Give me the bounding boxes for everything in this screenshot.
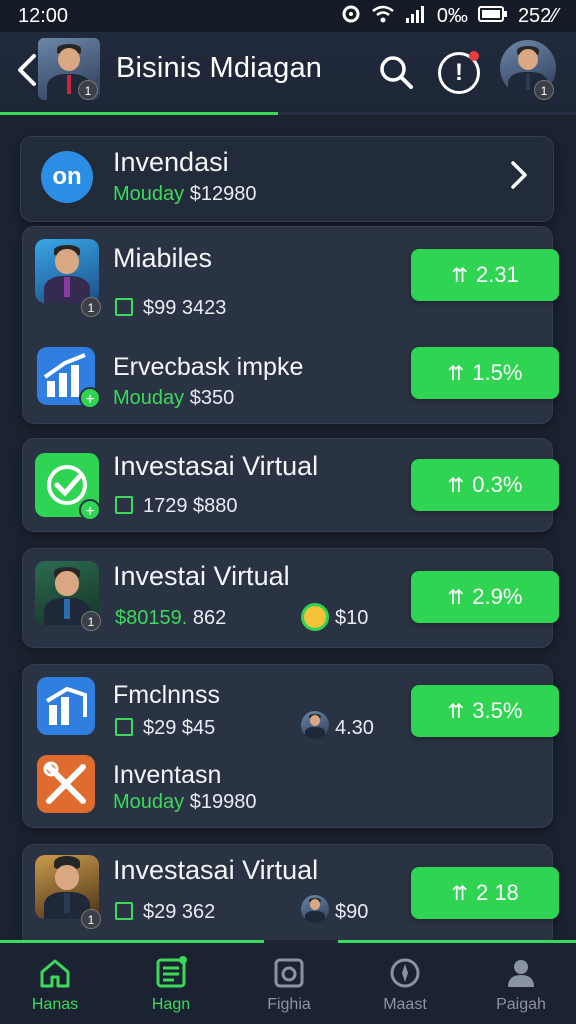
- home-outline-icon: [115, 718, 133, 736]
- add-badge-icon: +: [79, 499, 101, 521]
- investment-card-group: Fmclnnss $29 $45 4.30 ⇈ 3.5% Inventasn Mo…: [22, 664, 559, 828]
- growth-icon: ⇈: [447, 474, 465, 497]
- wifi-icon: [371, 4, 395, 29]
- chevron-right-icon[interactable]: [507, 157, 531, 201]
- growth-icon: ⇈: [451, 264, 468, 287]
- card-title: Investai Virtual: [113, 561, 290, 591]
- growth-icon: ⇈: [447, 362, 465, 385]
- app-header: 1 Bisinis Mdiagan ! 1: [0, 32, 576, 114]
- search-icon[interactable]: [376, 52, 418, 94]
- investment-card[interactable]: 1 Investasai Virtual $29 362 $90 ⇈ 2 18: [22, 844, 559, 948]
- compass-icon: [390, 958, 420, 988]
- settings-status-icon: [341, 4, 361, 29]
- nav-active-line: [0, 940, 264, 943]
- investor-badge: 1: [81, 909, 101, 929]
- card-subtitle: Mouday $12980: [113, 183, 257, 205]
- notification-dot: [469, 51, 479, 61]
- home-outline-icon: [115, 902, 133, 920]
- card-amount-row: $80159. 862: [115, 607, 227, 629]
- signal-icon: [405, 4, 427, 29]
- info-icon[interactable]: !: [438, 51, 480, 94]
- card-title: Invendasi: [113, 147, 229, 177]
- card-amount-row: $29 362: [115, 901, 215, 924]
- tools-app-icon: [37, 755, 95, 813]
- battery-text: 252⁄⁄: [517, 4, 558, 27]
- on-logo-icon: on: [41, 151, 93, 203]
- camera-icon: [274, 958, 304, 988]
- ervecbask-return-button[interactable]: ⇈ 1.5%: [411, 347, 559, 399]
- status-icons: 0‰ 252⁄⁄: [341, 4, 558, 29]
- battery-icon: [477, 5, 508, 28]
- nav-item-list[interactable]: Hagn: [116, 956, 226, 1014]
- page-title: Bisinis Mdiagan: [116, 52, 323, 84]
- card-return-button[interactable]: ⇈ 2.9%: [411, 571, 559, 623]
- header-underline: [0, 112, 576, 115]
- nav-item-camera[interactable]: Fighia: [234, 956, 344, 1014]
- add-badge-icon: +: [79, 387, 101, 409]
- miabiles-avatar: [35, 239, 99, 303]
- fmclnnss-extra-value: 4.30: [335, 717, 374, 739]
- nav-item-home[interactable]: Hanas: [0, 956, 110, 1014]
- trend-app-icon: [37, 677, 95, 735]
- card-extra-value: $10: [335, 607, 369, 629]
- card-amount-row: 1729 $880: [115, 495, 238, 518]
- investment-card[interactable]: + Investasai Virtual 1729 $880 ⇈ 0.3%: [22, 438, 559, 532]
- fmclnnss-title: Fmclnnss: [113, 681, 220, 709]
- header-avatar-badge: 1: [78, 80, 98, 100]
- card-title: Investasai Virtual: [113, 451, 319, 481]
- network-text: 0‰: [436, 4, 468, 27]
- profile-avatar-badge: 1: [534, 80, 554, 100]
- fmclnnss-amount-row: $29 $45: [115, 717, 215, 740]
- fmclnnss-return-button[interactable]: ⇈ 3.5%: [411, 685, 559, 737]
- miabiles-amount-row: $99 3423: [115, 297, 226, 320]
- ervecbask-title: Ervecbask impke: [113, 353, 304, 381]
- nav-item-compass[interactable]: Maast: [350, 956, 460, 1014]
- investor-badge: 1: [81, 611, 101, 631]
- status-time: 12:00: [18, 4, 69, 27]
- status-bar: 12:00 0‰ 252⁄⁄: [0, 0, 576, 32]
- card-extra-value: $90: [335, 901, 369, 923]
- mini-avatar: [301, 895, 329, 923]
- miabiles-title: Miabiles: [113, 243, 213, 273]
- growth-icon: ⇈: [447, 700, 465, 723]
- card-return-button[interactable]: ⇈ 0.3%: [411, 459, 559, 511]
- investment-card-group: 1 Miabiles $99 3423 ⇈ 2.31 + Ervecbask im…: [22, 226, 559, 424]
- home-outline-icon: [115, 496, 133, 514]
- inventasn-subtitle: Mouday $19980: [113, 791, 257, 813]
- list-icon: [156, 956, 187, 988]
- nav-active-line: [338, 940, 576, 943]
- investment-card[interactable]: 1 Investai Virtual $80159. 862 $10 ⇈ 2.9%: [22, 548, 559, 648]
- mini-avatar: [301, 711, 329, 739]
- inventasn-title: Inventasn: [113, 761, 222, 789]
- growth-icon: ⇈: [447, 586, 465, 609]
- growth-icon: ⇈: [451, 882, 468, 905]
- card-return-button[interactable]: ⇈ 2 18: [411, 867, 559, 919]
- bottom-navigation: Hanas Hagn Fighia Maast Paigah: [0, 940, 576, 1024]
- miabiles-badge: 1: [81, 297, 101, 317]
- miabiles-return-button[interactable]: ⇈ 2.31: [411, 249, 559, 301]
- nav-item-profile[interactable]: Paigah: [466, 956, 576, 1014]
- home-icon: [40, 959, 70, 988]
- ervecbask-subtitle: Mouday $350: [113, 387, 235, 409]
- profile-icon: [508, 960, 534, 987]
- home-outline-icon: [115, 298, 133, 316]
- invendasi-card[interactable]: on Invendasi Mouday $12980: [20, 136, 554, 222]
- card-title: Investasai Virtual: [113, 855, 319, 885]
- coin-icon: [301, 603, 329, 631]
